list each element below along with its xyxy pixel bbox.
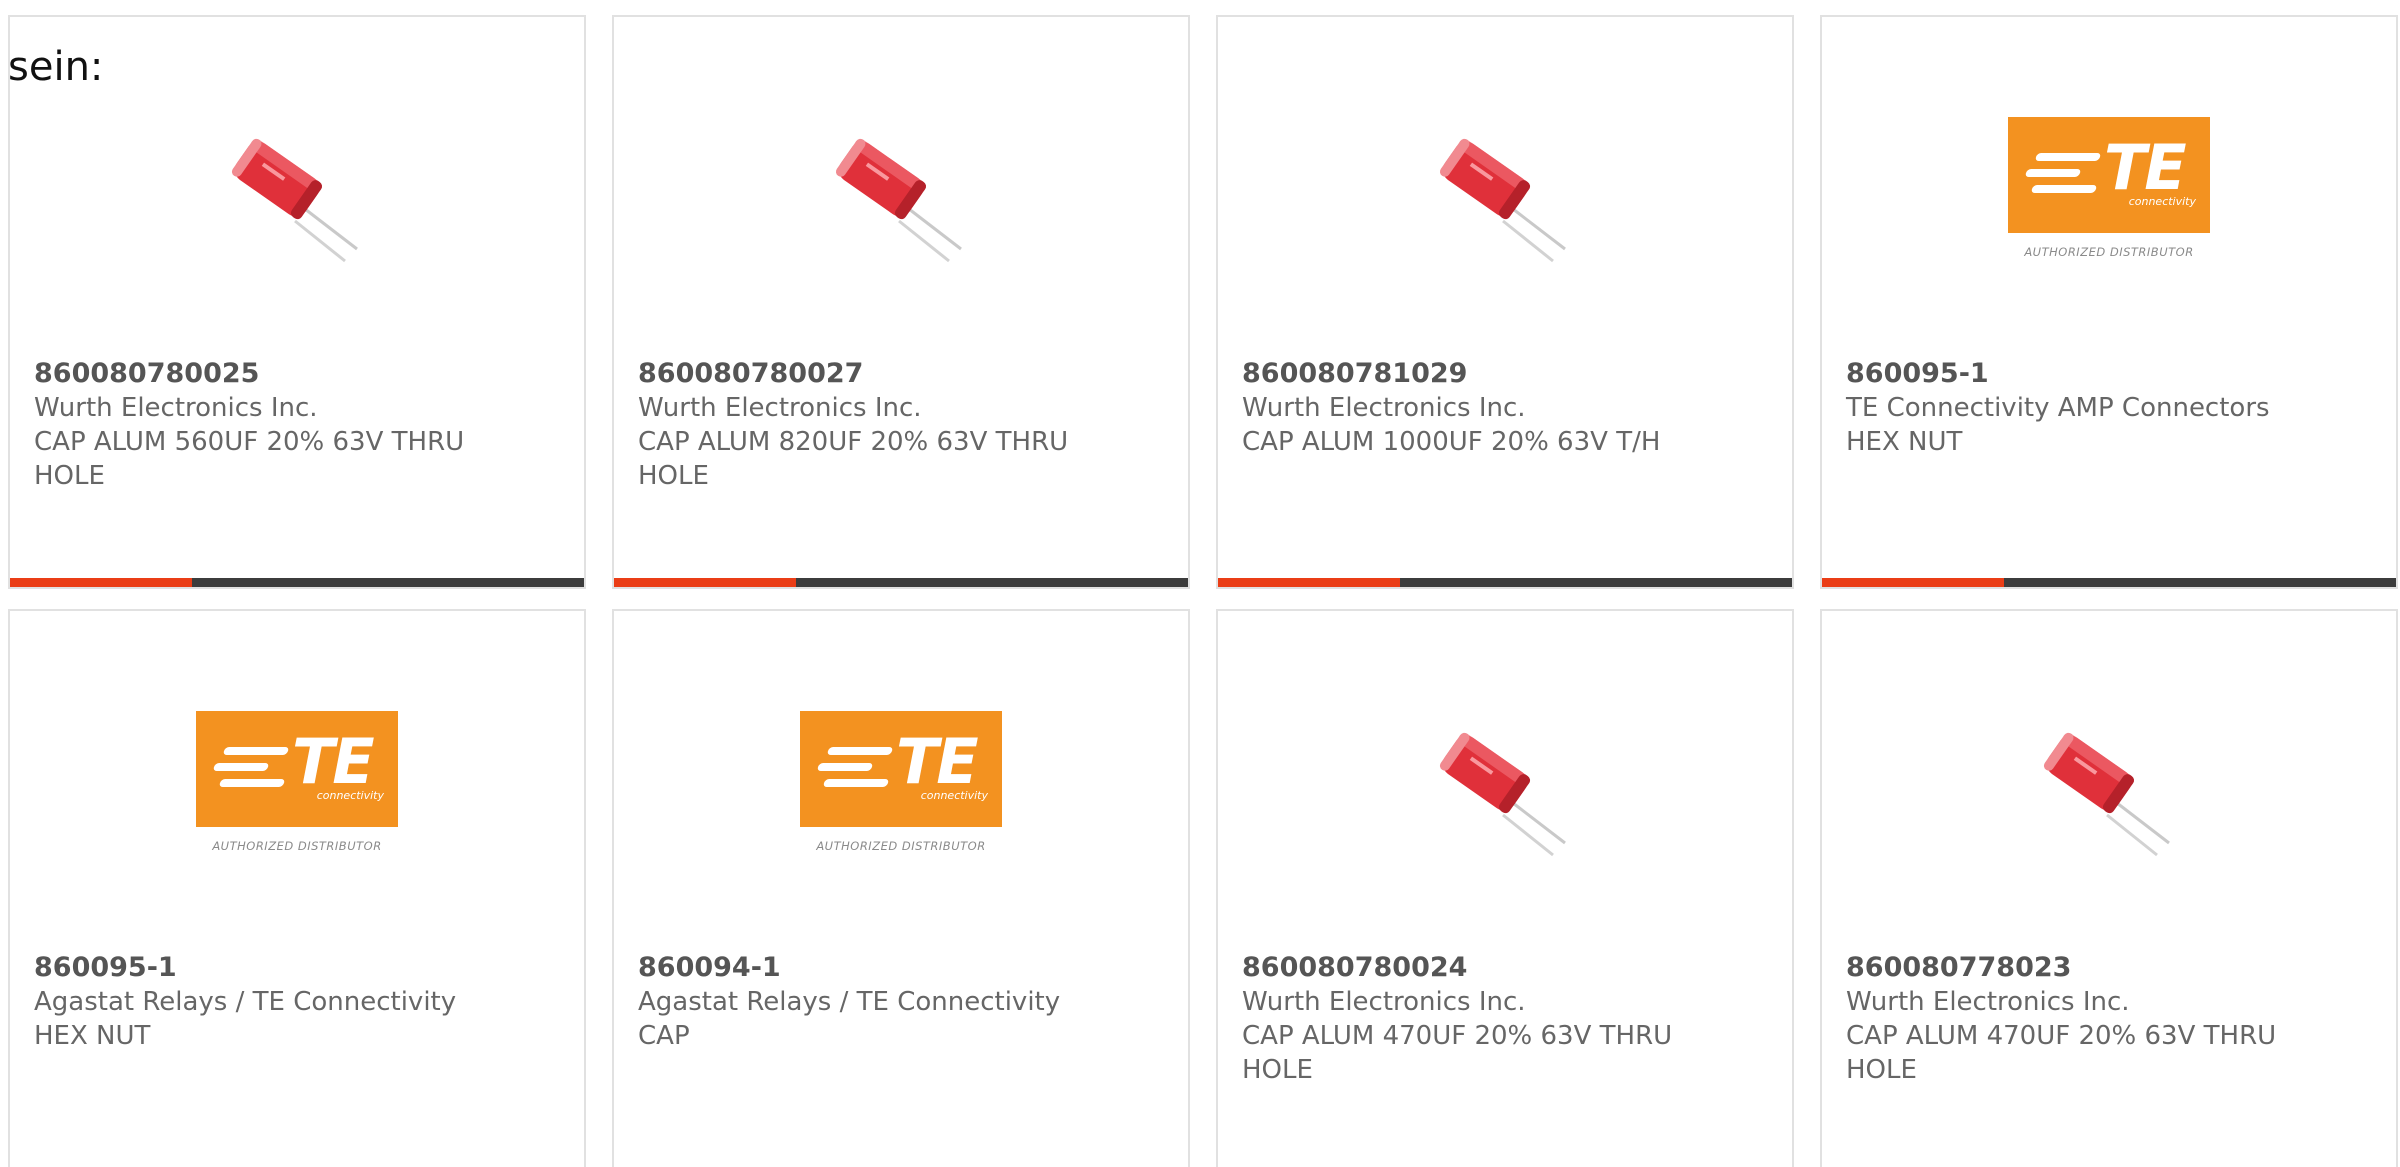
product-image[interactable] — [1218, 711, 1792, 911]
te-logo: TE connectivity AUTHORIZED DISTRIBUTOR — [800, 711, 1002, 863]
product-description: CAP — [638, 1021, 690, 1051]
product-image[interactable]: TE connectivity AUTHORIZED DISTRIBUTOR — [1822, 117, 2396, 317]
product-grid: 860080780025 Wurth Electronics Inc. CAP … — [8, 15, 2398, 1167]
part-number-link[interactable]: 860080780024 — [1242, 951, 1768, 985]
card-accent-highlight — [1218, 578, 1400, 587]
capacitor-image — [835, 138, 962, 263]
capacitor-image — [231, 138, 358, 263]
product-image[interactable]: TE connectivity AUTHORIZED DISTRIBUTOR — [10, 711, 584, 911]
card-accent-highlight — [1822, 578, 2004, 587]
product-card[interactable]: 860080780024 Wurth Electronics Inc. CAP … — [1216, 609, 1794, 1167]
te-logo: TE connectivity AUTHORIZED DISTRIBUTOR — [196, 711, 398, 863]
manufacturer-name: Wurth Electronics Inc. — [1242, 987, 1526, 1017]
manufacturer-name: Wurth Electronics Inc. — [34, 393, 318, 423]
manufacturer-name: Wurth Electronics Inc. — [1846, 987, 2130, 1017]
manufacturer-name: Agastat Relays / TE Connectivity — [34, 987, 457, 1017]
te-logo-box: TE connectivity — [800, 711, 1002, 827]
manufacturer-name: Wurth Electronics Inc. — [1242, 393, 1526, 423]
part-number-link[interactable]: 860094-1 — [638, 951, 1164, 985]
te-logo-lines — [816, 745, 898, 789]
product-card[interactable]: 860080778023 Wurth Electronics Inc. CAP … — [1820, 609, 2398, 1167]
product-card[interactable]: TE connectivity AUTHORIZED DISTRIBUTOR 860… — [1820, 15, 2398, 589]
product-image[interactable] — [1822, 711, 2396, 911]
te-logo-letters: TE — [896, 725, 979, 798]
product-description: HEX NUT — [34, 1021, 151, 1051]
product-card[interactable]: 860080780027 Wurth Electronics Inc. CAP … — [612, 15, 1190, 589]
te-logo-lines — [212, 745, 294, 789]
card-accent-bar — [614, 578, 1188, 587]
part-number-link[interactable]: 860080780027 — [638, 357, 1164, 391]
part-number-link[interactable]: 860095-1 — [1846, 357, 2372, 391]
te-authorized-distributor: AUTHORIZED DISTRIBUTOR — [212, 839, 382, 853]
te-logo-box: TE connectivity — [2008, 117, 2210, 233]
capacitor-image — [2043, 732, 2170, 857]
product-description: CAP ALUM 1000UF 20% 63V T/H — [1242, 427, 1661, 457]
product-info: 860095-1 Agastat Relays / TE Connectivit… — [34, 951, 560, 1053]
manufacturer-name: Agastat Relays / TE Connectivity — [638, 987, 1061, 1017]
product-info: 860094-1 Agastat Relays / TE Connectivit… — [638, 951, 1164, 1053]
product-image[interactable] — [614, 117, 1188, 317]
product-info: 860080780024 Wurth Electronics Inc. CAP … — [1242, 951, 1768, 1087]
capacitor-image — [1439, 732, 1566, 857]
te-logo-subtitle: connectivity — [2128, 195, 2196, 208]
product-info: 860080781029 Wurth Electronics Inc. CAP … — [1242, 357, 1768, 459]
part-number-link[interactable]: 860095-1 — [34, 951, 560, 985]
te-authorized-distributor: AUTHORIZED DISTRIBUTOR — [2024, 245, 2194, 259]
card-accent-bar — [1822, 578, 2396, 587]
product-description: HEX NUT — [1846, 427, 1963, 457]
te-authorized-distributor: AUTHORIZED DISTRIBUTOR — [816, 839, 986, 853]
part-number-link[interactable]: 860080780025 — [34, 357, 560, 391]
product-info: 860080780025 Wurth Electronics Inc. CAP … — [34, 357, 560, 493]
product-image[interactable] — [1218, 117, 1792, 317]
te-logo: TE connectivity AUTHORIZED DISTRIBUTOR — [2008, 117, 2210, 269]
intro-text: sein: — [8, 44, 104, 90]
card-accent-highlight — [10, 578, 192, 587]
te-logo-lines — [2024, 151, 2106, 195]
product-card[interactable]: TE connectivity AUTHORIZED DISTRIBUTOR 860… — [612, 609, 1190, 1167]
product-info: 860080778023 Wurth Electronics Inc. CAP … — [1846, 951, 2372, 1087]
part-number-link[interactable]: 860080778023 — [1846, 951, 2372, 985]
product-description: CAP ALUM 470UF 20% 63V THRU HOLE — [1846, 1021, 2277, 1085]
product-card[interactable]: 860080780025 Wurth Electronics Inc. CAP … — [8, 15, 586, 589]
capacitor-image — [1439, 138, 1566, 263]
te-logo-box: TE connectivity — [196, 711, 398, 827]
product-image[interactable]: TE connectivity AUTHORIZED DISTRIBUTOR — [614, 711, 1188, 911]
manufacturer-name: Wurth Electronics Inc. — [638, 393, 922, 423]
page: sein: 860080780025 Wurth Electronics Inc… — [0, 0, 2400, 1167]
product-description: CAP ALUM 470UF 20% 63V THRU HOLE — [1242, 1021, 1673, 1085]
product-image[interactable] — [10, 117, 584, 317]
product-description: CAP ALUM 560UF 20% 63V THRU HOLE — [34, 427, 465, 491]
te-logo-subtitle: connectivity — [920, 789, 988, 802]
product-card[interactable]: TE connectivity AUTHORIZED DISTRIBUTOR 860… — [8, 609, 586, 1167]
product-info: 860095-1 TE Connectivity AMP Connectors … — [1846, 357, 2372, 459]
card-accent-highlight — [614, 578, 796, 587]
part-number-link[interactable]: 860080781029 — [1242, 357, 1768, 391]
product-info: 860080780027 Wurth Electronics Inc. CAP … — [638, 357, 1164, 493]
te-logo-letters: TE — [292, 725, 375, 798]
card-accent-bar — [1218, 578, 1792, 587]
manufacturer-name: TE Connectivity AMP Connectors — [1846, 393, 2270, 423]
te-logo-letters: TE — [2104, 131, 2187, 204]
card-accent-bar — [10, 578, 584, 587]
product-description: CAP ALUM 820UF 20% 63V THRU HOLE — [638, 427, 1069, 491]
product-card[interactable]: 860080781029 Wurth Electronics Inc. CAP … — [1216, 15, 1794, 589]
te-logo-subtitle: connectivity — [316, 789, 384, 802]
